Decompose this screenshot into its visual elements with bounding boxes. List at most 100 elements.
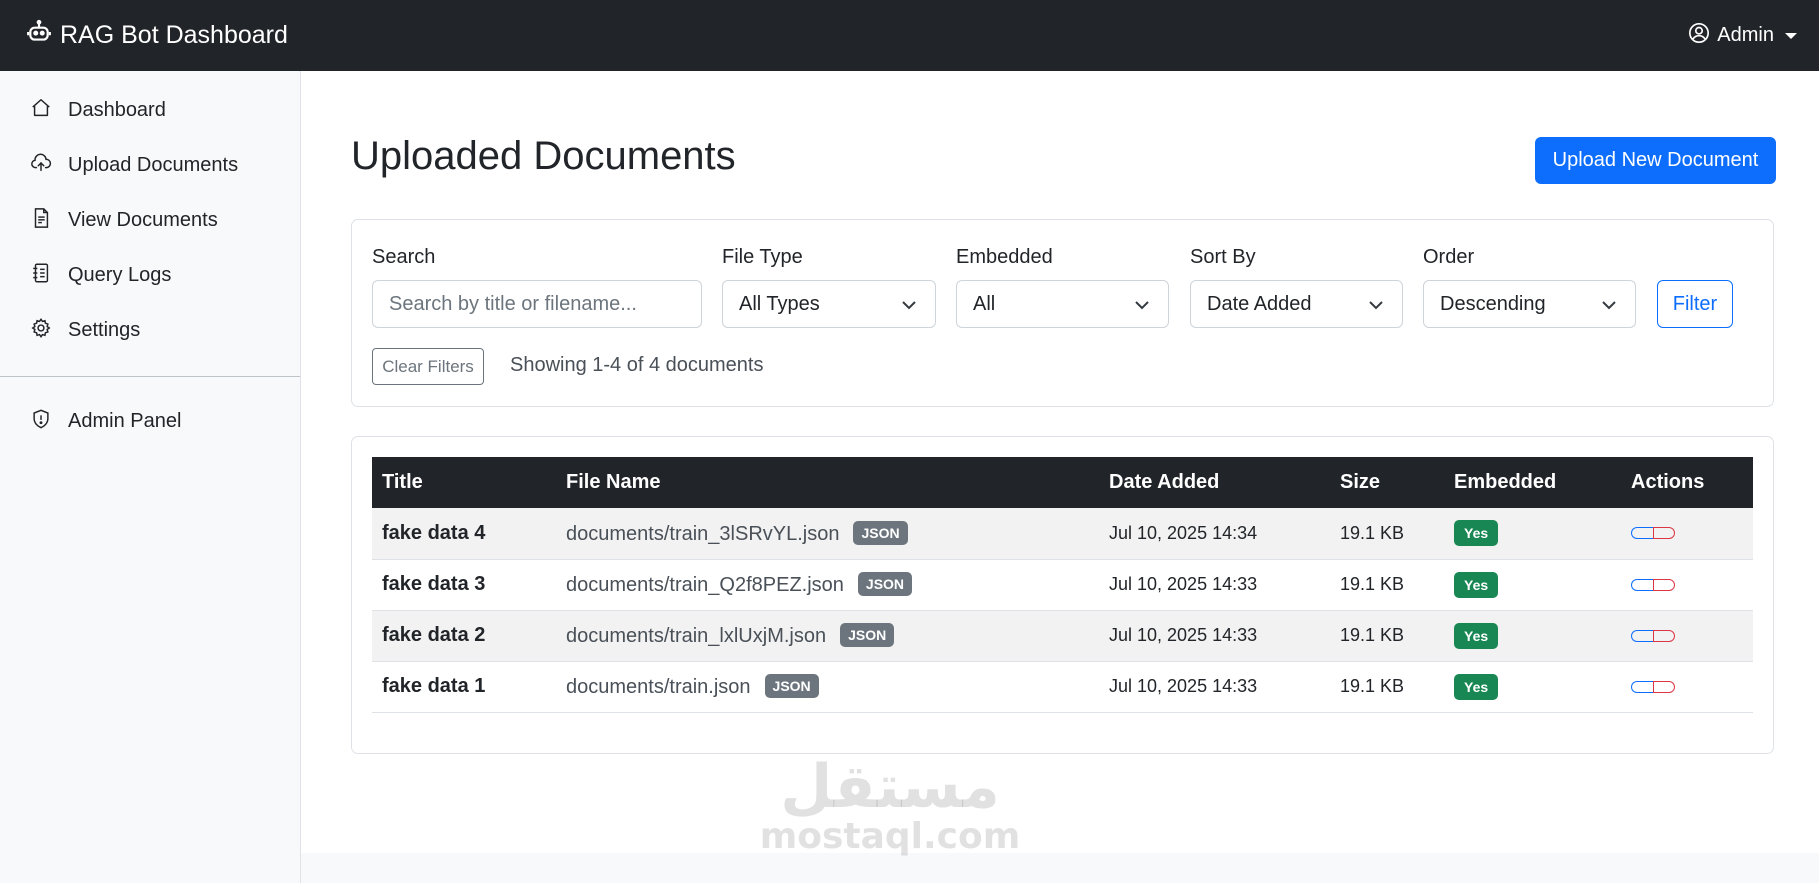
view-button[interactable] — [1631, 629, 1653, 642]
search-input[interactable]: Search by title or filename... — [372, 280, 702, 328]
column-header-actions: Actions — [1621, 457, 1753, 508]
embedded-cell: Yes — [1444, 508, 1621, 560]
file-type-badge: JSON — [840, 623, 895, 647]
date-added: Jul 10, 2025 14:33 — [1099, 610, 1330, 662]
file-name: documents/train.json — [566, 676, 751, 698]
sort-by-select[interactable]: Date Added — [1190, 280, 1403, 328]
sidebar-item-label: Dashboard — [68, 99, 166, 121]
table-row: fake data 3 documents/train_Q2f8PEZ.json… — [372, 559, 1753, 611]
embedded-badge: Yes — [1454, 622, 1499, 649]
sidebar-item-label: View Documents — [68, 209, 218, 231]
chevron-down-icon — [1602, 301, 1616, 310]
file-name-cell: documents/train_3lSRvYL.json JSON — [556, 508, 1099, 560]
file-type-value: All Types — [739, 292, 820, 315]
filter-button[interactable]: Filter — [1657, 280, 1733, 328]
view-button[interactable] — [1631, 578, 1653, 591]
shield-icon — [30, 408, 52, 436]
embedded-cell: Yes — [1444, 610, 1621, 662]
column-header-embedded[interactable]: Embedded — [1444, 457, 1621, 508]
document-title: fake data 1 — [372, 661, 556, 713]
embedded-badge: Yes — [1454, 571, 1499, 598]
sidebar-item-label: Query Logs — [68, 264, 172, 286]
embedded-cell: Yes — [1444, 559, 1621, 611]
sidebar-item-label: Admin Panel — [68, 410, 182, 432]
delete-button[interactable] — [1653, 527, 1675, 540]
file-type-select[interactable]: All Types — [722, 280, 936, 328]
action-buttons — [1631, 527, 1675, 540]
watermark: مستقل mostaql.com — [740, 755, 1040, 855]
column-header-file-name[interactable]: File Name — [556, 457, 1099, 508]
user-name: Admin — [1717, 24, 1774, 46]
sort-by-label: Sort By — [1190, 246, 1256, 268]
main-content: Uploaded Documents Upload New Document S… — [301, 71, 1819, 883]
table-header-row: Title File Name Date Added Size Embedded… — [372, 457, 1753, 508]
caret-down-icon — [1785, 32, 1797, 39]
page-title: Uploaded Documents — [351, 134, 736, 178]
search-label: Search — [372, 246, 436, 268]
sidebar: Dashboard Upload Documents View Document… — [0, 71, 301, 883]
document-title: fake data 4 — [372, 508, 556, 560]
delete-button[interactable] — [1653, 629, 1675, 642]
sidebar-item-view-documents[interactable]: View Documents — [0, 193, 300, 248]
sidebar-item-dashboard[interactable]: Dashboard — [0, 83, 300, 138]
documents-table-card: Title File Name Date Added Size Embedded… — [351, 436, 1774, 754]
actions-cell — [1621, 508, 1753, 560]
house-icon — [30, 97, 52, 125]
file-type-badge: JSON — [764, 674, 819, 698]
date-added: Jul 10, 2025 14:33 — [1099, 661, 1330, 713]
brand-title: RAG Bot Dashboard — [60, 21, 288, 49]
embedded-badge: Yes — [1454, 673, 1499, 700]
column-header-size[interactable]: Size — [1330, 457, 1444, 508]
embedded-select[interactable]: All — [956, 280, 1169, 328]
chevron-down-icon — [902, 301, 916, 310]
chevron-down-icon — [1369, 301, 1383, 310]
order-select[interactable]: Descending — [1423, 280, 1636, 328]
file-type-badge: JSON — [853, 520, 908, 545]
top-navbar: RAG Bot Dashboard Admin — [0, 0, 1819, 71]
delete-button[interactable] — [1653, 680, 1675, 693]
document-title: fake data 3 — [372, 559, 556, 611]
file-name-cell: documents/train_lxlUxjM.json JSON — [556, 610, 1099, 662]
sidebar-item-label: Upload Documents — [68, 154, 239, 176]
sidebar-item-admin-panel[interactable]: Admin Panel — [0, 394, 300, 449]
action-buttons — [1631, 629, 1675, 642]
file-name: documents/train_Q2f8PEZ.json — [566, 574, 844, 596]
date-added: Jul 10, 2025 14:34 — [1099, 508, 1330, 560]
file-name-cell: documents/train.json JSON — [556, 661, 1099, 713]
upload-new-document-button[interactable]: Upload New Document — [1535, 137, 1776, 184]
view-button[interactable] — [1631, 527, 1653, 540]
results-count: Showing 1-4 of 4 documents — [510, 354, 764, 376]
view-button[interactable] — [1631, 680, 1653, 693]
file-name: documents/train_lxlUxjM.json — [566, 625, 827, 647]
actions-cell — [1621, 661, 1753, 713]
robot-icon — [26, 19, 52, 52]
file-size: 19.1 KB — [1330, 661, 1444, 713]
actions-cell — [1621, 559, 1753, 611]
user-menu[interactable]: Admin — [1688, 22, 1797, 50]
table-row: fake data 4 documents/train_3lSRvYL.json… — [372, 508, 1753, 560]
column-header-title[interactable]: Title — [372, 457, 556, 508]
table-row: fake data 1 documents/train.json JSON Jul… — [372, 661, 1753, 713]
watermark-latin: mostaql.com — [759, 816, 1021, 857]
person-circle-icon — [1688, 22, 1710, 50]
column-header-date-added[interactable]: Date Added — [1099, 457, 1330, 508]
clear-filters-button[interactable]: Clear Filters — [372, 348, 484, 385]
sidebar-divider — [0, 376, 300, 377]
action-buttons — [1631, 578, 1675, 591]
embedded-value: All — [973, 292, 996, 315]
documents-table: Title File Name Date Added Size Embedded… — [372, 457, 1753, 713]
table-row: fake data 2 documents/train_lxlUxjM.json… — [372, 610, 1753, 662]
sidebar-item-settings[interactable]: Settings — [0, 303, 300, 358]
chevron-down-icon — [1135, 301, 1149, 310]
sidebar-item-query-logs[interactable]: Query Logs — [0, 248, 300, 303]
file-type-label: File Type — [722, 246, 803, 268]
file-name-cell: documents/train_Q2f8PEZ.json JSON — [556, 559, 1099, 611]
sidebar-item-upload-documents[interactable]: Upload Documents — [0, 138, 300, 193]
order-value: Descending — [1440, 292, 1546, 315]
delete-button[interactable] — [1653, 578, 1675, 591]
brand[interactable]: RAG Bot Dashboard — [26, 19, 288, 52]
sidebar-item-label: Settings — [68, 319, 141, 341]
footer-strip — [301, 853, 1819, 883]
sort-by-value: Date Added — [1207, 292, 1312, 315]
file-size: 19.1 KB — [1330, 508, 1444, 560]
